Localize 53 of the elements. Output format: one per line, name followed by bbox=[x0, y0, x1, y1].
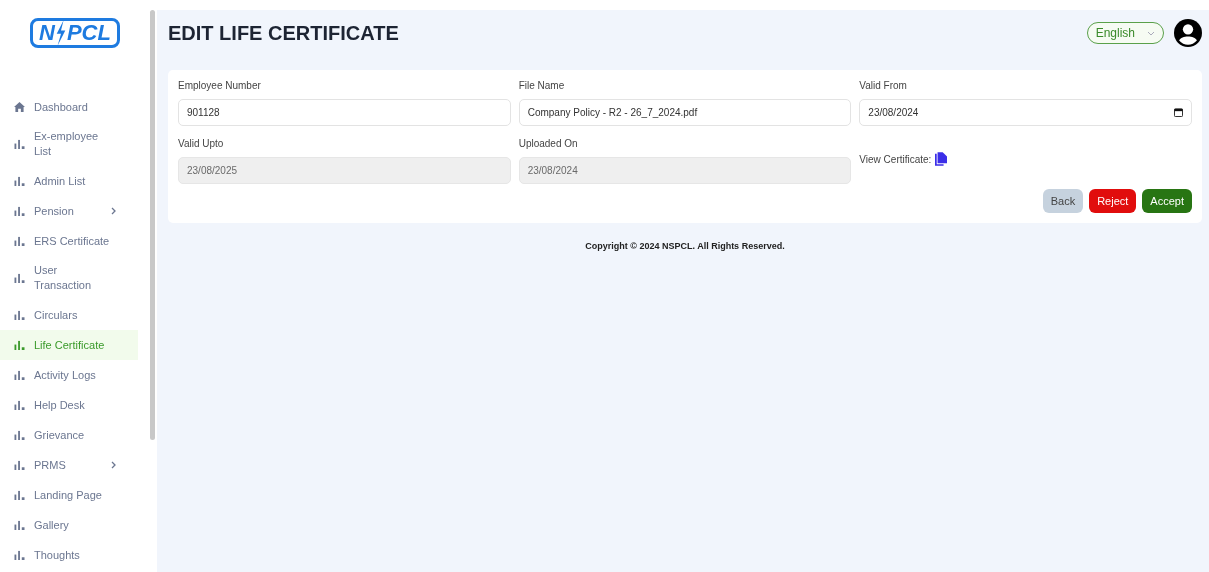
documents-icon[interactable] bbox=[935, 152, 948, 166]
sidebar-item[interactable]: ERS Certificate bbox=[0, 226, 138, 256]
bar-chart-icon bbox=[14, 236, 25, 246]
field-label: Uploaded On bbox=[518, 138, 579, 149]
user-avatar-icon[interactable] bbox=[1174, 19, 1202, 47]
field-label: Employee Number bbox=[178, 80, 262, 91]
input-field[interactable]: Company Policy - R2 - 26_7_2024.pdf bbox=[518, 99, 852, 126]
input-field: 23/08/2025 bbox=[178, 157, 511, 184]
bar-chart-icon bbox=[14, 340, 25, 350]
calendar-icon[interactable] bbox=[1174, 108, 1183, 117]
view-certificate-label: View Certificate: bbox=[859, 153, 932, 165]
bar-chart-icon bbox=[14, 206, 25, 216]
sidebar-item[interactable]: PRMS bbox=[0, 450, 138, 480]
bar-chart-icon bbox=[14, 139, 25, 149]
sidebar-item[interactable]: Circulars bbox=[0, 300, 138, 330]
sidebar-item[interactable]: Landing Page bbox=[0, 480, 138, 510]
bar-chart-icon bbox=[14, 490, 25, 500]
home-icon bbox=[14, 102, 25, 112]
page-title: EDIT LIFE CERTIFICATE bbox=[168, 21, 399, 45]
bar-chart-icon bbox=[14, 310, 25, 320]
bar-chart-icon bbox=[14, 176, 25, 186]
accept-button[interactable]: Accept bbox=[1142, 189, 1192, 213]
bar-chart-icon bbox=[14, 550, 25, 560]
field-label: Valid Upto bbox=[178, 138, 225, 149]
sidebar-item[interactable]: Help Desk bbox=[0, 390, 138, 420]
sidebar-item[interactable]: Grievance bbox=[0, 420, 138, 450]
sidebar-item[interactable]: Gallery bbox=[0, 510, 138, 540]
scrollbar-thumb[interactable] bbox=[150, 10, 155, 440]
field-label: Valid From bbox=[859, 80, 908, 91]
bar-chart-icon bbox=[14, 273, 25, 283]
copyright-text: Copyright © 2024 NSPCL. All Rights Reserved. bbox=[584, 241, 786, 251]
field-label: File Name bbox=[518, 80, 566, 91]
chevron-down-icon bbox=[1147, 30, 1155, 36]
sidebar-item[interactable]: Activity Logs bbox=[0, 360, 138, 390]
sidebar-item[interactable]: Dashboard bbox=[0, 92, 138, 122]
sidebar-item[interactable]: Admin List bbox=[0, 166, 138, 196]
bar-chart-icon bbox=[14, 430, 25, 440]
back-button[interactable]: Back bbox=[1042, 189, 1084, 213]
logo: N PCL bbox=[30, 18, 120, 48]
sidebar-item[interactable]: User Transaction bbox=[0, 256, 138, 300]
reject-button[interactable]: Reject bbox=[1089, 189, 1137, 213]
bar-chart-icon bbox=[14, 460, 25, 470]
input-field[interactable]: 901128 bbox=[178, 99, 511, 126]
bar-chart-icon bbox=[14, 370, 25, 380]
date-field[interactable]: 23/08/2024 bbox=[859, 99, 1192, 126]
sidebar-item[interactable]: Thoughts bbox=[0, 540, 138, 570]
sidebar-item[interactable]: Life Certificate bbox=[0, 330, 138, 360]
bar-chart-icon bbox=[14, 400, 25, 410]
sidebar-item[interactable]: Pension bbox=[0, 196, 138, 226]
language-select[interactable]: English bbox=[1086, 22, 1164, 44]
sidebar-item[interactable]: Ex-employee List bbox=[0, 122, 138, 166]
input-field: 23/08/2024 bbox=[518, 157, 852, 184]
bar-chart-icon bbox=[14, 520, 25, 530]
